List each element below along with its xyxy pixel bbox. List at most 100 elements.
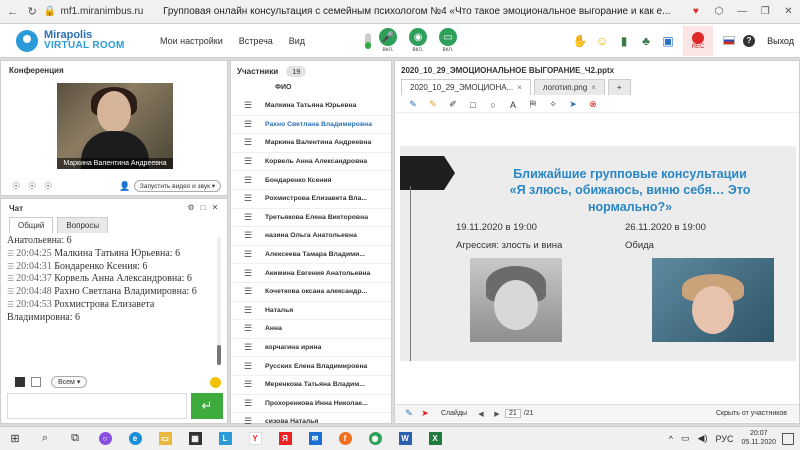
- participant-row[interactable]: ☰ Русских Елена Владимировна: [231, 357, 391, 376]
- chat-log[interactable]: Анатольевна: 6 ☰ 20:04:25 Малкина Татьян…: [7, 235, 217, 365]
- participant-row[interactable]: ☰ Третьякова Елена Викторовна: [231, 209, 391, 228]
- participant-row[interactable]: ☰ Прохоренкова Инна Николае...: [231, 395, 391, 414]
- task-view-icon[interactable]: ⧉: [60, 427, 90, 450]
- drag-handle-icon[interactable]: ☰: [231, 230, 265, 241]
- drag-handle-icon[interactable]: ☰: [231, 100, 265, 111]
- view-users-icon[interactable]: ☉: [41, 181, 55, 192]
- eraser-icon[interactable]: ✐: [443, 99, 463, 110]
- tab-logo-file[interactable]: логотип.png ×: [533, 79, 605, 95]
- close-icon[interactable]: ✕: [209, 203, 221, 212]
- bookmark-icon[interactable]: ♥: [684, 6, 707, 17]
- column-header-name[interactable]: ФИО: [275, 84, 291, 91]
- search-icon[interactable]: ⌕: [30, 427, 60, 450]
- clock[interactable]: 20:07 05.11.2020: [741, 430, 776, 446]
- prev-slide-icon[interactable]: ◀: [475, 410, 487, 418]
- slide-area[interactable]: Ближайшие групповые консультации «Я злюс…: [395, 114, 799, 400]
- chrome-icon[interactable]: ◉: [360, 427, 390, 450]
- drag-handle-icon[interactable]: ☰: [231, 342, 265, 353]
- next-slide-icon[interactable]: ▶: [491, 410, 503, 418]
- excel-icon[interactable]: X: [420, 427, 450, 450]
- menu-my-settings[interactable]: Мои настройки: [160, 36, 223, 46]
- drag-handle-icon[interactable]: ☰: [231, 212, 265, 223]
- drag-handle-icon[interactable]: ☰: [231, 398, 265, 409]
- scrollbar-thumb[interactable]: [217, 345, 221, 365]
- minimize-icon[interactable]: —: [731, 6, 754, 17]
- laser-pointer-icon[interactable]: ➤: [417, 408, 433, 419]
- highlighter-icon[interactable]: ✎: [423, 99, 443, 110]
- message-menu-icon[interactable]: ☰: [7, 300, 16, 309]
- hide-from-participants-button[interactable]: Скрыть от участников: [716, 410, 787, 417]
- participant-row[interactable]: ☰ Меренкова Татьяна Владим...: [231, 376, 391, 395]
- notifications-icon[interactable]: [782, 432, 794, 445]
- participant-row[interactable]: ☰ Корвель Анна Александровна: [231, 153, 391, 172]
- word-icon[interactable]: W: [390, 427, 420, 450]
- background-color-icon[interactable]: [31, 377, 41, 387]
- mic-users-icon[interactable]: ☉: [9, 181, 23, 192]
- chat-scrollbar[interactable]: [217, 237, 221, 365]
- chat-input[interactable]: [7, 393, 187, 419]
- pen-icon[interactable]: ✎: [403, 99, 423, 110]
- emoji-icon[interactable]: [210, 376, 221, 388]
- drag-handle-icon[interactable]: ☰: [231, 193, 265, 204]
- drag-handle-icon[interactable]: ☰: [231, 379, 265, 390]
- statistics-icon[interactable]: ▮: [613, 34, 635, 48]
- folder-icon[interactable]: ▣: [657, 34, 679, 48]
- extension-icon[interactable]: ⬡: [707, 6, 730, 17]
- language-indicator[interactable]: РУС: [715, 434, 733, 444]
- message-menu-icon[interactable]: ☰: [7, 249, 16, 258]
- edge-icon[interactable]: e: [120, 427, 150, 450]
- settings-icon[interactable]: ⚙: [185, 203, 197, 212]
- close-tab-icon[interactable]: ×: [517, 83, 522, 92]
- raise-hand-icon[interactable]: ✋: [569, 34, 591, 48]
- rectangle-icon[interactable]: □: [463, 100, 483, 110]
- file-explorer-icon[interactable]: ▭: [150, 427, 180, 450]
- participant-row[interactable]: ☰ Кочеткова оксана александр...: [231, 283, 391, 302]
- drag-handle-icon[interactable]: ☰: [231, 119, 265, 130]
- participant-row[interactable]: ☰ Алексеева Тамара Владими...: [231, 246, 391, 265]
- drag-handle-icon[interactable]: ☰: [231, 286, 265, 297]
- close-tab-icon[interactable]: ×: [591, 83, 596, 92]
- menu-view[interactable]: Вид: [289, 36, 305, 46]
- drag-handle-icon[interactable]: ☰: [231, 249, 265, 260]
- start-video-dropdown[interactable]: Запустить видео и звук ▾: [133, 180, 221, 192]
- alice-icon[interactable]: ○: [90, 427, 120, 450]
- slides-label[interactable]: Слайды: [441, 410, 471, 417]
- drag-handle-icon[interactable]: ☰: [231, 268, 265, 279]
- circle-icon[interactable]: ○: [483, 100, 503, 110]
- drag-handle-icon[interactable]: ☰: [231, 361, 265, 372]
- delete-icon[interactable]: ⊗: [583, 99, 603, 110]
- drag-handle-icon[interactable]: ☰: [231, 323, 265, 334]
- emotion-icon[interactable]: ☺: [591, 34, 613, 48]
- annotate-icon[interactable]: ✎: [401, 408, 417, 419]
- text-color-icon[interactable]: [15, 377, 25, 387]
- app-l-icon[interactable]: L: [210, 427, 240, 450]
- mic-volume-slider[interactable]: [365, 32, 372, 49]
- camera-toggle[interactable]: ◉ вкл.: [409, 28, 428, 53]
- tab-presentation-file[interactable]: 2020_10_29_ЭМОЦИОНА... ×: [401, 79, 531, 95]
- participant-row[interactable]: ☰ корчагина ирина: [231, 339, 391, 358]
- slide-number-input[interactable]: 21: [505, 409, 521, 418]
- firefox-icon[interactable]: f: [330, 427, 360, 450]
- screen-share-toggle[interactable]: ▭ вкл.: [439, 28, 458, 53]
- show-hidden-icons-icon[interactable]: ^: [669, 434, 673, 444]
- message-menu-icon[interactable]: ☰: [7, 287, 16, 296]
- recipient-dropdown[interactable]: Всем ▾: [51, 376, 88, 388]
- participant-row[interactable]: ☰ Рохмистрова Елизавета Вла...: [231, 190, 391, 209]
- restore-icon[interactable]: ❐: [754, 6, 777, 17]
- store-icon[interactable]: ▦: [180, 427, 210, 450]
- windows-start-icon[interactable]: ⊞: [0, 427, 30, 450]
- pointer-icon[interactable]: ➤: [563, 99, 583, 110]
- message-menu-icon[interactable]: ☰: [7, 274, 16, 283]
- participant-row[interactable]: ☰ Анна: [231, 320, 391, 339]
- drag-handle-icon[interactable]: ☰: [231, 305, 265, 316]
- language-flag-icon[interactable]: [723, 36, 736, 45]
- participant-row[interactable]: ☰ Акимина Евгения Анатольевна: [231, 264, 391, 283]
- reload-icon[interactable]: ↻: [26, 5, 40, 18]
- maximize-icon[interactable]: □: [197, 203, 209, 212]
- participant-row[interactable]: ☰ Рахно Светлана Владимировна: [231, 116, 391, 135]
- exit-button[interactable]: Выход: [767, 36, 794, 46]
- mail-icon[interactable]: ✉: [300, 427, 330, 450]
- microphone-toggle[interactable]: 🎤 вкл.: [379, 28, 398, 53]
- back-icon[interactable]: ←: [6, 6, 20, 18]
- menu-meeting[interactable]: Встреча: [239, 36, 273, 46]
